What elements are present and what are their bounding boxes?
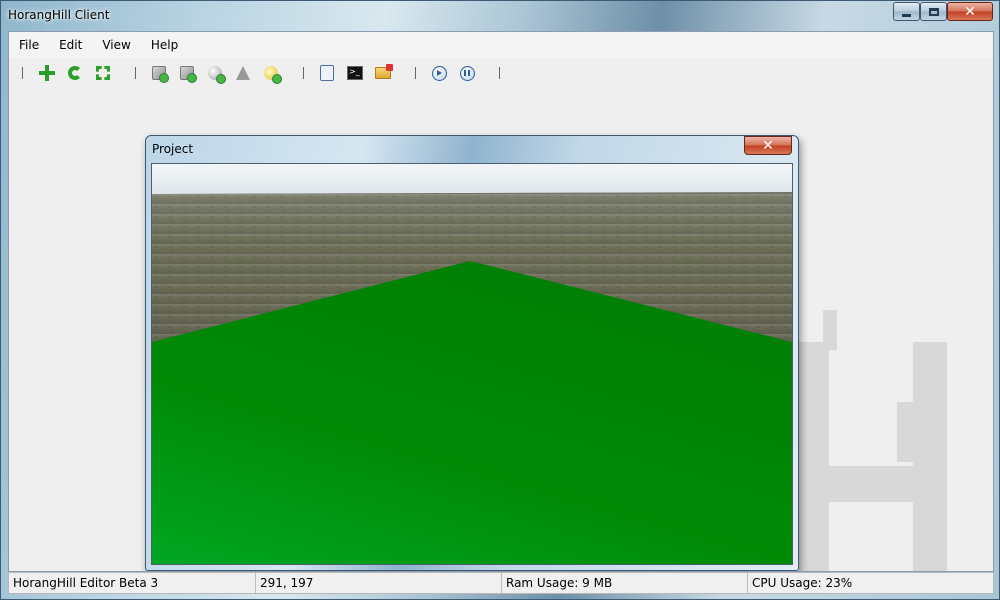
add-part-icon: [152, 66, 169, 83]
toolbar-grip[interactable]: [22, 67, 23, 79]
client-area: File Edit View Help >_ Project ✕: [8, 31, 994, 572]
script-icon: [320, 65, 334, 81]
add-light-icon: [264, 66, 282, 84]
move-icon: [39, 65, 55, 81]
project-window: Project ✕: [145, 135, 799, 571]
mdi-workspace: Project ✕: [9, 88, 993, 571]
script-button[interactable]: [318, 64, 336, 82]
scale-icon: [96, 66, 110, 80]
title-bar[interactable]: HorangHill Client ✕: [1, 1, 999, 31]
toolbar-separator: [499, 67, 500, 79]
add-cone-icon: [236, 66, 250, 80]
open-folder-icon: [375, 64, 393, 79]
status-bar: HorangHill Editor Beta 3 291, 197 Ram Us…: [8, 572, 994, 594]
scene-render: [152, 164, 792, 564]
status-coordinates: 291, 197: [256, 573, 502, 593]
rotate-tool-button[interactable]: [66, 64, 84, 82]
maximize-icon: [928, 7, 939, 16]
console-button[interactable]: >_: [346, 64, 364, 82]
toolbar-separator: [303, 67, 304, 79]
add-cylinder-icon: [180, 66, 197, 83]
add-sphere-icon: [208, 66, 226, 84]
toolbar-separator: [415, 67, 416, 79]
menu-help[interactable]: Help: [144, 35, 185, 55]
rotate-icon: [68, 66, 82, 80]
maximize-button[interactable]: [920, 2, 947, 21]
close-icon: ✕: [964, 3, 976, 20]
close-icon: ✕: [762, 137, 774, 154]
status-cpu-usage: CPU Usage: 23%: [752, 576, 853, 590]
project-window-title: Project: [152, 142, 194, 156]
play-icon: [431, 65, 447, 81]
main-window: HorangHill Client ✕ File Edit View Help: [0, 0, 1000, 600]
console-icon: >_: [347, 66, 363, 80]
status-app-label: HorangHill Editor Beta 3: [9, 573, 256, 593]
menu-bar: File Edit View Help: [9, 32, 993, 58]
minimize-button[interactable]: [893, 2, 920, 21]
menu-edit[interactable]: Edit: [52, 35, 89, 55]
add-part-button[interactable]: [150, 64, 169, 83]
menu-file[interactable]: File: [12, 35, 46, 55]
pause-icon: [459, 65, 475, 81]
add-cylinder-button[interactable]: [178, 64, 197, 83]
3d-viewport[interactable]: [151, 163, 793, 565]
toolbar-separator: [135, 67, 136, 79]
add-light-button[interactable]: [262, 64, 282, 84]
toolbar: >_: [9, 58, 993, 88]
open-folder-button[interactable]: [374, 64, 393, 82]
scale-tool-button[interactable]: [94, 64, 112, 82]
caption-buttons: ✕: [893, 2, 993, 21]
pause-button[interactable]: [458, 64, 476, 82]
status-ram-usage: Ram Usage: 9 MB: [502, 573, 748, 593]
minimize-icon: [902, 13, 911, 17]
close-button[interactable]: ✕: [947, 2, 993, 21]
project-close-button[interactable]: ✕: [744, 136, 792, 155]
add-cone-button[interactable]: [234, 64, 252, 82]
add-sphere-button[interactable]: [206, 64, 226, 84]
window-title: HorangHill Client: [8, 8, 110, 22]
menu-view[interactable]: View: [95, 35, 137, 55]
move-tool-button[interactable]: [38, 64, 56, 82]
play-button[interactable]: [430, 64, 448, 82]
